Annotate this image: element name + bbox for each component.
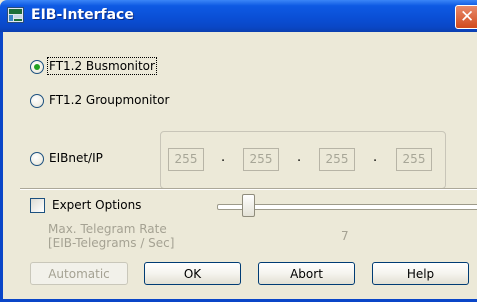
ip-octet-1-input[interactable]: 255: [168, 148, 204, 171]
ip-octet-4-input[interactable]: 255: [396, 148, 432, 171]
help-button[interactable]: Help: [372, 262, 469, 285]
automatic-button[interactable]: Automatic: [30, 262, 128, 285]
section-divider: [20, 188, 477, 190]
radio-label-eibnet-ip[interactable]: EIBnet/IP: [49, 151, 103, 165]
ip-separator: .: [373, 150, 378, 165]
close-button[interactable]: ✕: [455, 5, 477, 29]
abort-button[interactable]: Abort: [258, 262, 355, 285]
ip-separator: .: [221, 150, 226, 165]
eib-interface-dialog: EIB-Interface ✕ FT1.2 Busmonitor FT1.2 G…: [0, 0, 477, 302]
radio-label-ft12-busmonitor[interactable]: FT1.2 Busmonitor: [47, 57, 157, 75]
radio-ft12-groupmonitor[interactable]: [30, 94, 44, 108]
telegram-rate-slider-thumb[interactable]: [242, 194, 255, 217]
ip-octet-3-input[interactable]: 255: [319, 148, 355, 171]
radio-label-ft12-groupmonitor[interactable]: FT1.2 Groupmonitor: [49, 93, 169, 107]
app-icon: [7, 7, 24, 23]
close-icon: ✕: [460, 7, 475, 27]
radio-ft12-busmonitor[interactable]: [30, 60, 44, 74]
telegram-rate-value: 7: [341, 229, 349, 243]
max-telegram-rate-label: Max. Telegram Rate: [48, 222, 167, 236]
title-bar[interactable]: EIB-Interface ✕: [0, 0, 477, 32]
expert-options-label[interactable]: Expert Options: [52, 198, 141, 212]
telegram-rate-unit-label: [EIB-Telegrams / Sec]: [48, 236, 175, 250]
ip-octet-2-input[interactable]: 255: [243, 148, 279, 171]
radio-selected-dot: [34, 64, 40, 70]
radio-eibnet-ip[interactable]: [30, 152, 44, 166]
ok-button[interactable]: OK: [144, 262, 241, 285]
expert-options-checkbox[interactable]: [30, 198, 45, 213]
window-frame-left: [0, 32, 3, 302]
window-title: EIB-Interface: [31, 7, 134, 23]
telegram-rate-slider-track[interactable]: [217, 204, 477, 210]
ip-separator: .: [297, 150, 302, 165]
